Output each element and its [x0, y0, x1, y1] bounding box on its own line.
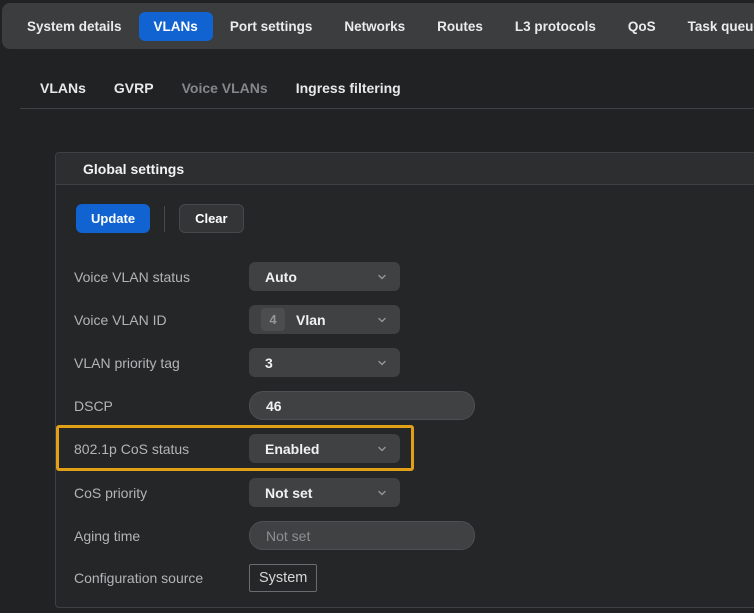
- highlight-box: 802.1p CoS status Enabled: [56, 425, 414, 471]
- chevron-down-icon: [376, 314, 388, 326]
- tab-routes[interactable]: Routes: [422, 12, 498, 41]
- field-label: 802.1p CoS status: [74, 441, 249, 457]
- action-bar: Update Clear: [76, 204, 754, 233]
- tab-port-settings[interactable]: Port settings: [215, 12, 328, 41]
- form-row-vlan-priority-tag: VLAN priority tag 3: [74, 348, 754, 377]
- clear-button[interactable]: Clear: [179, 204, 244, 233]
- tab-l3-protocols[interactable]: L3 protocols: [500, 12, 611, 41]
- subtab-gvrp[interactable]: GVRP: [114, 80, 154, 96]
- tab-task-queue[interactable]: Task queue: [673, 12, 754, 41]
- form-row-cos-priority: CoS priority Not set: [74, 478, 754, 507]
- settings-form: Voice VLAN status Auto Voice VLAN ID 4 V…: [74, 262, 754, 592]
- subtab-vlans[interactable]: VLANs: [40, 80, 86, 96]
- subnav-divider: [20, 108, 754, 109]
- form-row-voice-vlan-status: Voice VLAN status Auto: [74, 262, 754, 291]
- select-value: Vlan: [296, 312, 326, 328]
- top-nav: System details VLANs Port settings Netwo…: [2, 3, 754, 49]
- tab-networks[interactable]: Networks: [329, 12, 420, 41]
- update-button[interactable]: Update: [76, 204, 150, 233]
- button-divider: [164, 206, 165, 232]
- form-row-voice-vlan-id: Voice VLAN ID 4 Vlan: [74, 305, 754, 334]
- field-label: VLAN priority tag: [74, 355, 249, 371]
- select-value: Enabled: [265, 441, 319, 457]
- subtab-voice-vlans[interactable]: Voice VLANs: [182, 80, 268, 96]
- subtab-ingress-filtering[interactable]: Ingress filtering: [296, 80, 401, 96]
- configuration-source-badge: System: [249, 564, 317, 592]
- field-label: Aging time: [74, 528, 249, 544]
- panel-body: Update Clear Voice VLAN status Auto Voic…: [56, 185, 754, 592]
- form-row-dscp: DSCP: [74, 391, 754, 420]
- panel-header: Global settings: [56, 153, 754, 185]
- vlan-id-badge: 4: [261, 308, 285, 331]
- cos-status-select[interactable]: Enabled: [249, 434, 400, 463]
- voice-vlan-status-select[interactable]: Auto: [249, 262, 400, 291]
- panel-title: Global settings: [83, 161, 184, 177]
- form-row-aging-time: Aging time: [74, 521, 754, 550]
- field-label: Voice VLAN status: [74, 269, 249, 285]
- tab-vlans[interactable]: VLANs: [139, 12, 213, 41]
- field-label: Voice VLAN ID: [74, 312, 249, 328]
- global-settings-panel: Global settings Update Clear Voice VLAN …: [55, 152, 754, 608]
- form-row-cos-status: 802.1p CoS status Enabled: [74, 434, 411, 463]
- select-value: Auto: [265, 269, 297, 285]
- chevron-down-icon: [376, 357, 388, 369]
- select-value: Not set: [265, 485, 312, 501]
- chevron-down-icon: [376, 443, 388, 455]
- select-value: 3: [265, 355, 273, 371]
- field-label: DSCP: [74, 398, 249, 414]
- aging-time-input[interactable]: [249, 521, 475, 550]
- voice-vlan-id-select[interactable]: 4 Vlan: [249, 305, 400, 334]
- form-row-configuration-source: Configuration source System: [74, 564, 754, 592]
- field-label: Configuration source: [74, 570, 249, 586]
- dscp-input[interactable]: [249, 391, 475, 420]
- cos-priority-select[interactable]: Not set: [249, 478, 400, 507]
- chevron-down-icon: [376, 487, 388, 499]
- vlan-priority-tag-select[interactable]: 3: [249, 348, 400, 377]
- field-label: CoS priority: [74, 485, 249, 501]
- tab-system-details[interactable]: System details: [12, 12, 137, 41]
- chevron-down-icon: [376, 271, 388, 283]
- tab-qos[interactable]: QoS: [613, 12, 671, 41]
- sub-nav: VLANs GVRP Voice VLANs Ingress filtering: [40, 80, 401, 96]
